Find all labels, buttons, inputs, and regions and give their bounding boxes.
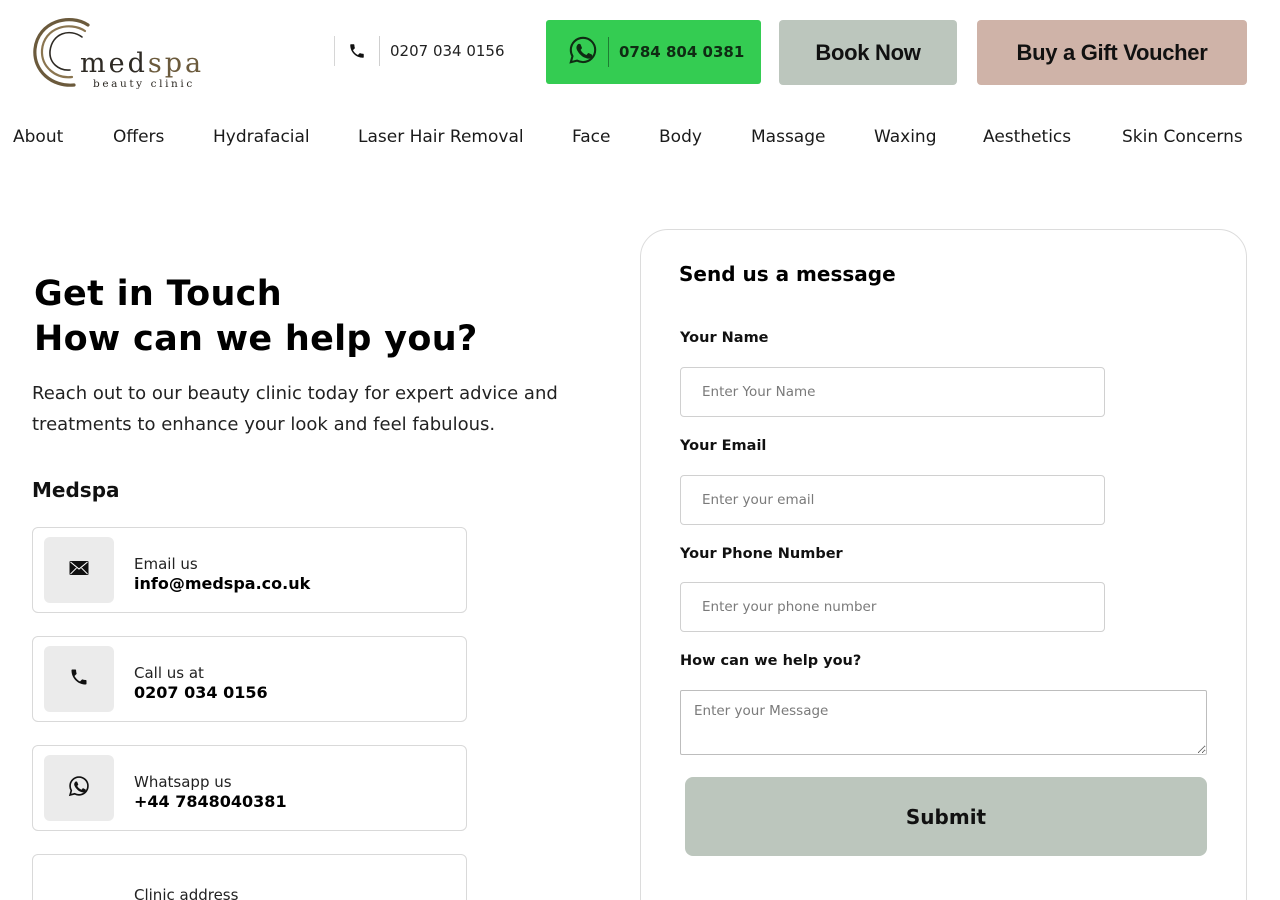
nav-item-skin-concerns[interactable]: Skin Concerns (1122, 127, 1243, 147)
nav-item-aesthetics[interactable]: Aesthetics (983, 127, 1071, 147)
page-title-line2: How can we help you? (34, 319, 478, 359)
logo-tagline: beauty clinic (93, 78, 195, 90)
name-input[interactable] (680, 367, 1105, 417)
contact-whatsapp-value[interactable]: +44 7848040381 (134, 792, 287, 811)
nav-item-hydrafacial[interactable]: Hydrafacial (213, 127, 310, 147)
phone-input[interactable] (680, 582, 1105, 632)
whatsapp-icon (68, 775, 90, 801)
medspa-logo[interactable]: medspa beauty clinic (30, 15, 210, 91)
nav-item-waxing[interactable]: Waxing (874, 127, 937, 147)
contact-card-email[interactable]: Email us info@medspa.co.uk (32, 527, 467, 613)
whatsapp-icon (568, 35, 598, 69)
header-phone[interactable]: 0207 034 0156 (334, 36, 505, 66)
contact-icon-box (44, 646, 114, 712)
email-label: Your Email (680, 438, 767, 454)
header-phone-number[interactable]: 0207 034 0156 (390, 42, 505, 60)
form-title: Send us a message (679, 262, 896, 286)
nav-item-laser-hair-removal[interactable]: Laser Hair Removal (358, 127, 524, 147)
contact-card-phone[interactable]: Call us at 0207 034 0156 (32, 636, 467, 722)
contact-label: Email us (134, 555, 198, 573)
phone-icon (347, 41, 367, 61)
message-textarea[interactable] (680, 690, 1207, 755)
contact-icon-box (44, 537, 114, 603)
phone-icon (69, 667, 89, 691)
contact-card-address[interactable]: Clinic address (32, 854, 467, 900)
brand-heading: Medspa (32, 478, 120, 502)
contact-label: Clinic address (134, 886, 239, 900)
email-input[interactable] (680, 475, 1105, 525)
whatsapp-number: 0784 804 0381 (619, 43, 745, 61)
phone-label: Your Phone Number (680, 546, 843, 562)
whatsapp-button[interactable]: 0784 804 0381 (546, 20, 761, 84)
nav-item-about[interactable]: About (13, 127, 63, 147)
contact-card-whatsapp[interactable]: Whatsapp us +44 7848040381 (32, 745, 467, 831)
nav-item-body[interactable]: Body (659, 127, 702, 147)
intro-text: Reach out to our beauty clinic today for… (32, 383, 558, 435)
message-label: How can we help you? (680, 653, 862, 669)
book-now-button[interactable]: Book Now (779, 20, 957, 85)
contact-label: Call us at (134, 664, 204, 682)
gift-voucher-button[interactable]: Buy a Gift Voucher (977, 20, 1247, 85)
nav-item-offers[interactable]: Offers (113, 127, 164, 147)
name-label: Your Name (680, 330, 769, 346)
nav-item-face[interactable]: Face (572, 127, 610, 147)
contact-label: Whatsapp us (134, 773, 232, 791)
page-title: Get in Touch How can we help you? (34, 272, 478, 362)
contact-email-value[interactable]: info@medspa.co.uk (134, 574, 310, 593)
nav-item-massage[interactable]: Massage (751, 127, 825, 147)
main-nav: About Offers Hydrafacial Laser Hair Remo… (0, 127, 1280, 151)
contact-icon-box (44, 755, 114, 821)
submit-button[interactable]: Submit (685, 777, 1207, 856)
contact-phone-value[interactable]: 0207 034 0156 (134, 683, 268, 702)
envelope-icon (69, 560, 89, 580)
page-title-line1: Get in Touch (34, 274, 282, 314)
logo-wordmark: medspa (80, 48, 205, 79)
